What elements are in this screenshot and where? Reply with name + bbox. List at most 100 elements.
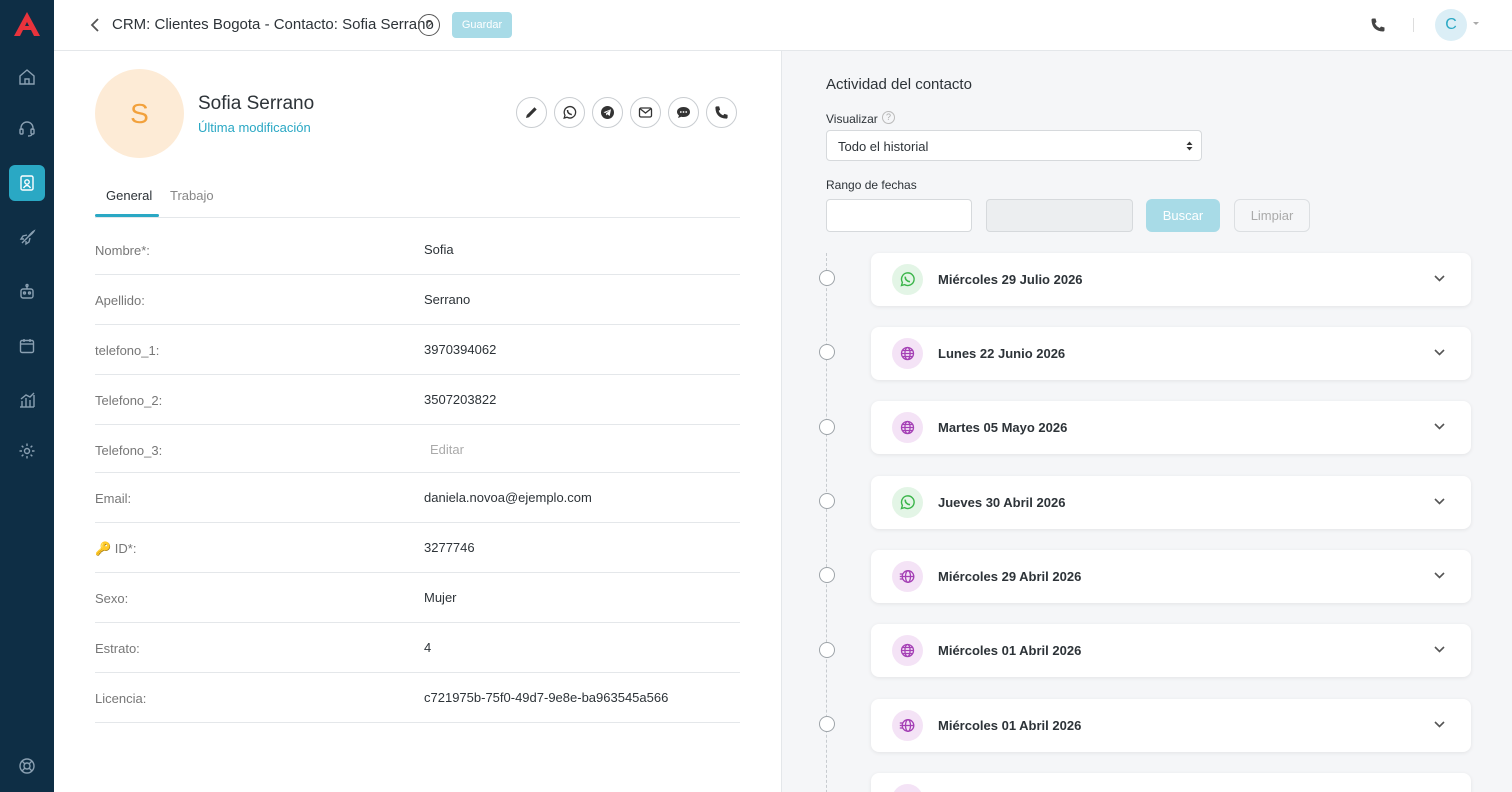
date-to-input[interactable]	[986, 199, 1133, 232]
search-button[interactable]: Buscar	[1146, 199, 1220, 232]
web-icon	[892, 784, 923, 792]
activity-date: Miércoles 29 Julio 2026	[938, 272, 1083, 287]
tab-general[interactable]: General	[106, 188, 152, 203]
activity-item[interactable]: Martes 05 Mayo 2026	[871, 401, 1471, 454]
header-divider	[1413, 18, 1414, 32]
chevron-down-icon[interactable]	[1434, 721, 1445, 728]
date-range-label: Rango de fechas	[826, 178, 917, 192]
field-row-sexo: Sexo: Mujer	[95, 573, 740, 623]
field-row-id: 🔑 ID*: 3277746	[95, 523, 740, 573]
clear-button[interactable]: Limpiar	[1234, 199, 1310, 232]
activity-date: Lunes 22 Junio 2026	[938, 346, 1066, 361]
edit-button[interactable]	[516, 97, 547, 128]
contact-avatar: S	[95, 69, 184, 158]
field-label: Apellido:	[95, 293, 145, 308]
activity-item[interactable]: Lunes 22 Junio 2026	[871, 327, 1471, 380]
back-arrow-icon[interactable]	[88, 16, 102, 34]
sidebar-reports-icon[interactable]	[9, 382, 45, 418]
activity-date: Jueves 30 Abril 2026	[938, 495, 1066, 510]
sidebar-settings-icon[interactable]	[9, 433, 45, 469]
timeline-dot	[819, 493, 835, 509]
activity-date: Miércoles 29 Abril 2026	[938, 569, 1082, 584]
field-value[interactable]: Mujer	[424, 590, 457, 605]
field-row-telefono-3: Telefono_3: Editar	[95, 425, 740, 473]
activity-item[interactable]: Miércoles 01 Abril 2026	[871, 624, 1471, 677]
user-avatar[interactable]: C	[1435, 9, 1467, 41]
field-label: Email:	[95, 491, 132, 506]
help-button[interactable]: ?	[418, 14, 440, 36]
chat-button[interactable]	[668, 97, 699, 128]
activity-date: Miércoles 01 Abril 2026	[938, 643, 1082, 658]
chevron-down-icon[interactable]	[1434, 572, 1445, 579]
web-fast-icon	[892, 561, 923, 592]
sidebar-calendar-icon[interactable]	[9, 328, 45, 364]
field-value[interactable]: Sofia	[424, 242, 454, 257]
field-value[interactable]: 3507203822	[424, 392, 496, 407]
chevron-down-icon[interactable]	[1472, 21, 1480, 27]
active-tab-indicator	[95, 214, 159, 217]
phone-icon	[715, 106, 728, 119]
chevron-down-icon[interactable]	[1434, 423, 1445, 430]
field-label: Nombre*:	[95, 243, 150, 258]
sidebar	[0, 0, 54, 792]
field-value[interactable]: 3970394062	[424, 342, 496, 357]
app-logo-icon[interactable]	[12, 10, 42, 38]
select-updown-icon	[1186, 141, 1193, 151]
web-fast-icon	[892, 710, 923, 741]
field-value[interactable]: daniela.novoa@ejemplo.com	[424, 490, 592, 505]
email-icon	[638, 107, 653, 118]
edit-icon	[526, 107, 537, 118]
activity-panel: Actividad del contacto Visualizar ? Todo…	[781, 51, 1512, 792]
chevron-down-icon[interactable]	[1434, 349, 1445, 356]
activity-item[interactable]: Miércoles 01 Abril 2026	[871, 699, 1471, 752]
field-edit-placeholder[interactable]: Editar	[430, 442, 464, 457]
field-row-licencia: Licencia: c721975b-75f0-49d7-9e8e-ba9635…	[95, 673, 740, 723]
activity-title: Actividad del contacto	[826, 76, 972, 93]
timeline-dot	[819, 419, 835, 435]
sidebar-campaigns-icon[interactable]	[9, 220, 45, 256]
sidebar-home-icon[interactable]	[9, 59, 45, 95]
contact-tabs: General Trabajo	[95, 178, 740, 218]
field-row-email: Email: daniela.novoa@ejemplo.com	[95, 473, 740, 523]
field-label: Estrato:	[95, 641, 140, 656]
sidebar-bot-icon[interactable]	[9, 274, 45, 310]
telegram-icon	[601, 106, 614, 119]
whatsapp-button[interactable]	[554, 97, 585, 128]
field-row-telefono-1: telefono_1: 3970394062	[95, 325, 740, 375]
chevron-down-icon[interactable]	[1434, 498, 1445, 505]
timeline-dot	[819, 642, 835, 658]
visualize-select[interactable]: Todo el historial	[826, 130, 1202, 161]
tab-trabajo[interactable]: Trabajo	[170, 188, 214, 203]
activity-item[interactable]: Jueves 30 Abril 2026	[871, 476, 1471, 529]
activity-item[interactable]	[871, 773, 1471, 792]
email-button[interactable]	[630, 97, 661, 128]
telegram-button[interactable]	[592, 97, 623, 128]
sidebar-help-icon[interactable]	[9, 748, 45, 784]
web-icon	[892, 338, 923, 369]
date-from-input[interactable]	[826, 199, 972, 232]
field-value[interactable]: 3277746	[424, 540, 475, 555]
web-icon	[892, 635, 923, 666]
chevron-down-icon[interactable]	[1434, 646, 1445, 653]
field-label: Telefono_3:	[95, 443, 163, 458]
activity-item[interactable]: Miércoles 29 Abril 2026	[871, 550, 1471, 603]
chevron-down-icon[interactable]	[1434, 275, 1445, 282]
field-value[interactable]: Serrano	[424, 292, 470, 307]
whatsapp-icon	[892, 487, 923, 518]
help-icon[interactable]: ?	[882, 111, 895, 124]
timeline-line	[826, 253, 827, 792]
call-button[interactable]	[706, 97, 737, 128]
field-row-telefono-2: Telefono_2: 3507203822	[95, 375, 740, 425]
web-icon	[892, 412, 923, 443]
activity-item[interactable]: Miércoles 29 Julio 2026	[871, 253, 1471, 306]
sidebar-contacts-icon[interactable]	[9, 165, 45, 201]
save-button[interactable]: Guardar	[452, 12, 512, 38]
activity-date: Martes 05 Mayo 2026	[938, 420, 1068, 435]
field-value[interactable]: c721975b-75f0-49d7-9e8e-ba963545a566	[424, 690, 668, 705]
last-modified-link[interactable]: Última modificación	[198, 120, 311, 135]
sidebar-support-icon[interactable]	[9, 111, 45, 147]
contact-name: Sofia Serrano	[198, 93, 315, 114]
field-value[interactable]: 4	[424, 640, 431, 655]
phone-icon[interactable]	[1370, 17, 1386, 33]
field-row-nombre: Nombre*: Sofia	[95, 225, 740, 275]
